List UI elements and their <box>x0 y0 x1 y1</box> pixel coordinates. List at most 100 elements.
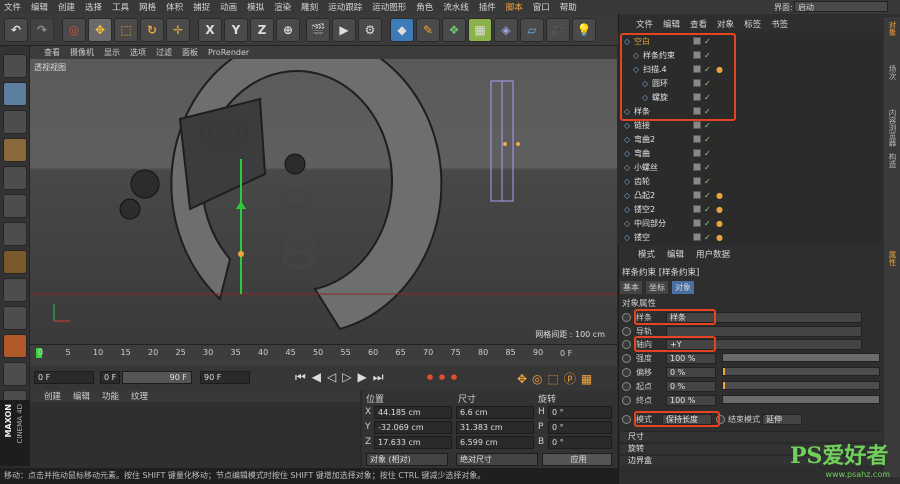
menu-item[interactable]: 选择 <box>85 1 102 13</box>
attr-menu-item[interactable]: 编辑 <box>667 248 684 260</box>
rotation-field[interactable]: 0 ° <box>548 406 612 419</box>
menu-item[interactable]: 运动跟踪 <box>328 1 362 13</box>
menu-item[interactable]: 动画 <box>220 1 237 13</box>
texture-mode-icon[interactable] <box>3 110 27 134</box>
position-field[interactable]: 44.185 cm <box>374 406 452 419</box>
start-field[interactable]: 0 % <box>666 381 716 392</box>
offset-anim-dot[interactable] <box>622 368 631 377</box>
interface-dropdown[interactable]: 启动 <box>794 1 888 12</box>
layer-swatch[interactable] <box>693 219 701 227</box>
points-mode-icon[interactable] <box>3 166 27 190</box>
object-row[interactable]: ◇ 镂空2 ✓ ● <box>618 203 880 216</box>
playback-controls[interactable]: ⏮◀◁▷▶⏭ <box>295 370 390 385</box>
offset-field[interactable]: 0 % <box>666 367 716 378</box>
enable-check-icon[interactable]: ✓ <box>704 133 711 146</box>
menu-item[interactable]: 渲染 <box>274 1 291 13</box>
apply-button[interactable]: 应用 <box>542 453 612 466</box>
attr-tab[interactable]: 基本 <box>620 281 642 294</box>
menu-item[interactable]: 雕刻 <box>301 1 318 13</box>
object-menu-item[interactable]: 文件 <box>636 18 653 30</box>
material-menu-item[interactable]: 创建 <box>44 390 61 402</box>
current-frame-field[interactable]: 0 F <box>34 371 94 384</box>
cube-icon[interactable]: ◆ <box>390 18 414 42</box>
object-row[interactable]: ◇ 小螺丝 ✓ <box>618 161 880 174</box>
redo-icon[interactable]: ↷ <box>30 18 54 42</box>
viewport-menu-item[interactable]: 选项 <box>130 47 146 58</box>
spline-anim-dot[interactable] <box>622 313 631 322</box>
menu-item[interactable]: 角色 <box>416 1 433 13</box>
size-field[interactable]: 6.6 cm <box>456 406 534 419</box>
object-row[interactable]: ◇ 镂空 ✓ ● <box>618 231 880 244</box>
viewport-menu-item[interactable]: 摄像机 <box>70 47 94 58</box>
strength-anim-dot[interactable] <box>622 354 631 363</box>
array-icon[interactable]: ▦ <box>468 18 492 42</box>
menu-item[interactable]: 捕捉 <box>193 1 210 13</box>
material-menu-item[interactable]: 功能 <box>102 390 119 402</box>
frame-range-slider[interactable]: 90 F <box>122 371 192 384</box>
menu-item[interactable]: 脚本 <box>506 1 523 13</box>
side-tab[interactable]: 构造 <box>886 153 898 168</box>
start-anim-dot[interactable] <box>622 382 631 391</box>
size-mode-dropdown[interactable]: 绝对尺寸 <box>456 453 538 466</box>
record-keys-icons[interactable]: ⏺⏺⏺ <box>427 370 463 385</box>
camera-icon[interactable]: 🎥 <box>546 18 570 42</box>
object-row[interactable]: ◇ 凸起2 ✓ ● <box>618 189 880 202</box>
strength-field[interactable]: 100 % <box>666 353 716 364</box>
undo-icon[interactable]: ↶ <box>4 18 28 42</box>
material-menu-item[interactable]: 编辑 <box>73 390 90 402</box>
layer-swatch[interactable] <box>693 205 701 213</box>
attr-tab[interactable]: 对象 <box>672 281 694 294</box>
attr-menu-item[interactable]: 用户数据 <box>696 248 730 260</box>
key-mode-icons[interactable]: ✥◎⬚ⓟ▦ <box>517 370 597 387</box>
axis-anim-dot[interactable] <box>622 340 631 349</box>
axis-mode-icon[interactable] <box>3 250 27 274</box>
rail-anim-dot[interactable] <box>622 327 631 336</box>
layer-swatch[interactable] <box>693 191 701 199</box>
coordinate-system-icon[interactable]: ⊕ <box>276 18 300 42</box>
viewport-menu-item[interactable]: 查看 <box>44 47 60 58</box>
viewport-menu-item[interactable]: ProRender <box>208 48 249 57</box>
attr-side-tab[interactable]: 属性 <box>886 251 898 266</box>
rotation-field[interactable]: 0 ° <box>548 421 612 434</box>
enable-check-icon[interactable]: ✓ <box>704 175 711 188</box>
perspective-viewport[interactable]: 透视视图 网格间距 : 100 cm <box>30 59 617 344</box>
magnet-icon[interactable] <box>3 334 27 358</box>
object-menu-item[interactable]: 标签 <box>744 18 761 30</box>
object-menu-item[interactable]: 书签 <box>771 18 788 30</box>
coord-mode-dropdown[interactable]: 对象 (相对) <box>366 453 448 466</box>
floor-icon[interactable]: ▱ <box>520 18 544 42</box>
layer-swatch[interactable] <box>693 233 701 241</box>
layer-swatch[interactable] <box>693 135 701 143</box>
mode-anim-dot[interactable] <box>622 415 631 424</box>
layer-swatch[interactable] <box>693 177 701 185</box>
tag-icon[interactable]: ● <box>716 231 723 244</box>
offset-slider[interactable] <box>722 367 880 376</box>
enable-check-icon[interactable]: ✓ <box>704 217 711 230</box>
z-axis-button[interactable]: Z <box>250 18 274 42</box>
material-menu-item[interactable]: 纹理 <box>131 390 148 402</box>
edges-mode-icon[interactable] <box>3 194 27 218</box>
side-tab[interactable]: 场次 <box>886 65 898 80</box>
viewport-menu-item[interactable]: 面板 <box>182 47 198 58</box>
rotation-field[interactable]: 0 ° <box>548 436 612 449</box>
model-mode-icon[interactable] <box>3 82 27 106</box>
scale-icon[interactable]: ⬚ <box>114 18 138 42</box>
side-tab[interactable]: 对象 <box>886 21 898 36</box>
tag-icon[interactable]: ● <box>716 217 723 230</box>
menu-item[interactable]: 网格 <box>139 1 156 13</box>
grid-icon[interactable] <box>3 362 27 386</box>
endmode-dropdown[interactable]: 延伸 <box>762 414 802 425</box>
viewport-menu-item[interactable]: 过滤 <box>156 47 172 58</box>
position-field[interactable]: -32.069 cm <box>374 421 452 434</box>
object-row[interactable]: ◇ 中间部分 ✓ ● <box>618 217 880 230</box>
render-settings-icon[interactable]: ⚙ <box>358 18 382 42</box>
object-menu-item[interactable]: 查看 <box>690 18 707 30</box>
render-picture-icon[interactable]: ▶ <box>332 18 356 42</box>
layer-swatch[interactable] <box>693 163 701 171</box>
object-row[interactable]: ◇ 齿轮 ✓ <box>618 175 880 188</box>
size-field[interactable]: 6.599 cm <box>456 436 534 449</box>
menu-item[interactable]: 插件 <box>479 1 496 13</box>
deformer-icon[interactable]: ◈ <box>494 18 518 42</box>
render-view-icon[interactable]: 🎬 <box>306 18 330 42</box>
workplane-icon[interactable] <box>3 138 27 162</box>
